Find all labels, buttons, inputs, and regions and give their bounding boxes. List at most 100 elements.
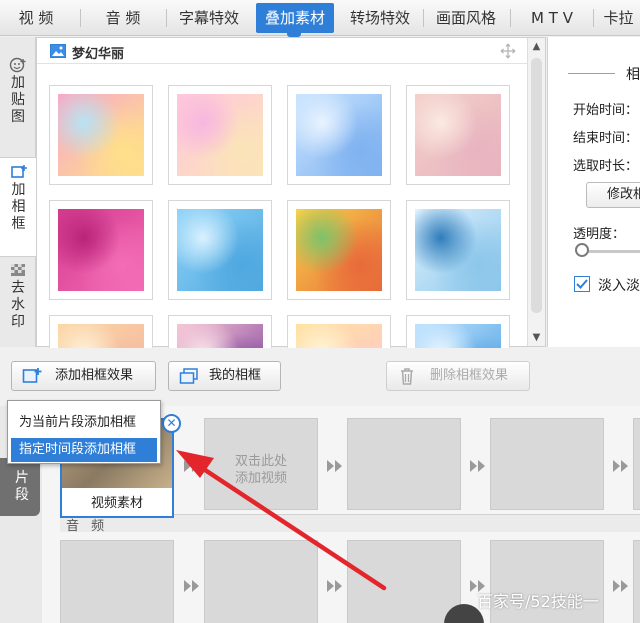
gallery-scrollbar[interactable]: ▲ ▼ <box>527 38 545 346</box>
my-frames-button[interactable]: 我的相框 <box>168 361 281 391</box>
video-slot[interactable] <box>490 418 604 510</box>
tab-karaoke[interactable]: 卡拉 <box>597 0 640 36</box>
frame-thumbnail-image <box>415 324 501 348</box>
frame-gallery-panel: 梦幻华丽 ▲ ▼ <box>36 37 546 348</box>
tab-separator <box>80 9 81 27</box>
frame-thumbnail-image <box>58 94 144 176</box>
frame-thumbnail-image <box>58 209 144 291</box>
segment-track-text: 片段 <box>15 470 29 503</box>
frame-thumbnail-image <box>296 94 382 176</box>
audio-slot[interactable] <box>204 540 318 623</box>
frame-thumbnail-image <box>58 324 144 348</box>
frame-thumbnail-image <box>296 209 382 291</box>
chevron-right-icon <box>327 460 342 472</box>
delete-frame-effect-button[interactable]: 删除相框效果 <box>386 361 530 391</box>
top-tab-bar: 视 频 音 频 字幕特效 叠加素材 转场特效 画面风格 M T V 卡拉 <box>0 0 640 37</box>
left-side-tabs: 加贴图 加相框 去水印 <box>0 37 37 347</box>
frame-thumbnail-image <box>177 209 263 291</box>
fade-label: 淡入淡 <box>598 278 640 294</box>
vtab-add-frame[interactable]: 加相框 <box>0 157 37 257</box>
video-clip-caption: 视频素材 <box>90 496 143 511</box>
frame-add-icon <box>10 165 27 178</box>
sticker-icon <box>9 57 26 73</box>
frame-thumbnail-image <box>415 209 501 291</box>
empty-video-slot[interactable]: 双击此处 添加视频 <box>204 418 318 510</box>
chevron-right-icon <box>327 580 342 592</box>
frame-thumbnail[interactable] <box>168 200 272 300</box>
section-divider <box>568 73 615 74</box>
chevron-right-icon <box>613 460 628 472</box>
frame-thumbnail-image <box>177 94 263 176</box>
menu-item-add-to-time-range[interactable]: 指定时间段添加相框 <box>11 438 157 462</box>
frame-thumbnail[interactable] <box>287 315 391 348</box>
audio-slot[interactable] <box>347 540 461 623</box>
frame-thumbnail[interactable] <box>406 85 510 185</box>
frame-thumbnail[interactable] <box>49 85 153 185</box>
frame-thumbnail-image <box>177 324 263 348</box>
frame-thumbnail[interactable] <box>49 315 153 348</box>
gallery-category-title: 梦幻华丽 <box>72 47 125 62</box>
frame-add-icon <box>22 368 42 383</box>
frame-toolbar: 添加相框效果 我的相框 删除相框效果 <box>0 348 640 406</box>
frame-thumbnail[interactable] <box>168 85 272 185</box>
gallery-header: 梦幻华丽 <box>37 38 527 64</box>
add-frame-popup-menu: 为当前片段添加相框 指定时间段添加相框 <box>7 400 161 464</box>
tab-separator <box>423 9 424 27</box>
frames-stack-icon <box>179 368 198 384</box>
tab-separator <box>593 9 594 27</box>
frame-thumbnail-image <box>415 94 501 176</box>
frame-thumbnail-image <box>296 324 382 348</box>
properties-title: 相 <box>626 67 640 83</box>
chevron-right-icon <box>470 460 485 472</box>
fade-checkbox[interactable] <box>574 276 590 292</box>
chevron-right-icon <box>184 460 199 472</box>
modify-frame-button[interactable]: 修改相 <box>586 182 640 208</box>
scrollbar-thumb[interactable] <box>531 58 542 313</box>
frame-thumbnail[interactable] <box>287 85 391 185</box>
audio-slot[interactable] <box>633 540 640 623</box>
tab-audio[interactable]: 音 频 <box>84 0 162 36</box>
tab-subtitle-effects[interactable]: 字幕特效 <box>170 0 248 36</box>
vtab-label: 去水印 <box>11 280 25 330</box>
watermark-text: 百家号/52技能一 <box>477 592 599 611</box>
add-frame-effect-button[interactable]: 添加相框效果 <box>11 361 156 391</box>
tab-picture-style[interactable]: 画面风格 <box>426 0 506 36</box>
vtab-label: 加相框 <box>11 182 26 232</box>
close-icon[interactable]: ✕ <box>162 414 181 433</box>
tab-mtv[interactable]: M T V <box>515 0 589 36</box>
move-icon[interactable] <box>500 43 516 59</box>
image-icon <box>50 44 66 58</box>
empty-slot-hint: 双击此处 添加视频 <box>234 454 287 486</box>
scroll-up-icon[interactable]: ▲ <box>528 38 545 55</box>
opacity-slider-knob[interactable] <box>575 243 589 257</box>
frame-properties-panel: 相 开始时间： 结束时间： 选取时长： 修改相 透明度： 淡入淡 <box>547 37 640 347</box>
tab-transition-effects[interactable]: 转场特效 <box>340 0 420 36</box>
trash-icon <box>401 368 413 385</box>
tab-separator <box>166 9 167 27</box>
opacity-label: 透明度： <box>573 227 626 242</box>
scroll-down-icon[interactable]: ▼ <box>528 329 545 346</box>
vtab-add-sticker[interactable]: 加贴图 <box>0 57 36 126</box>
chevron-right-icon <box>184 580 199 592</box>
vtab-remove-watermark[interactable]: 去水印 <box>0 262 36 331</box>
video-slot[interactable] <box>633 418 640 510</box>
video-slot[interactable] <box>347 418 461 510</box>
frame-thumbnail[interactable] <box>287 200 391 300</box>
audio-slot[interactable] <box>60 540 174 623</box>
end-time-label: 结束时间： <box>573 131 639 146</box>
frame-thumbnail[interactable] <box>406 200 510 300</box>
checkmark-icon <box>576 279 588 289</box>
thumbnail-grid <box>49 85 519 348</box>
tab-video[interactable]: 视 频 <box>0 0 72 36</box>
start-time-label: 开始时间： <box>573 103 639 118</box>
frame-thumbnail[interactable] <box>168 315 272 348</box>
vtab-label: 加贴图 <box>11 75 25 125</box>
duration-label: 选取时长： <box>573 159 639 174</box>
chevron-right-icon <box>613 580 628 592</box>
frame-thumbnail[interactable] <box>49 200 153 300</box>
tab-separator <box>510 9 511 27</box>
frame-thumbnail[interactable] <box>406 315 510 348</box>
menu-item-add-to-current-segment[interactable]: 为当前片段添加相框 <box>11 411 157 435</box>
tab-overlay-material[interactable]: 叠加素材 <box>256 3 334 33</box>
mosaic-icon <box>11 264 25 276</box>
